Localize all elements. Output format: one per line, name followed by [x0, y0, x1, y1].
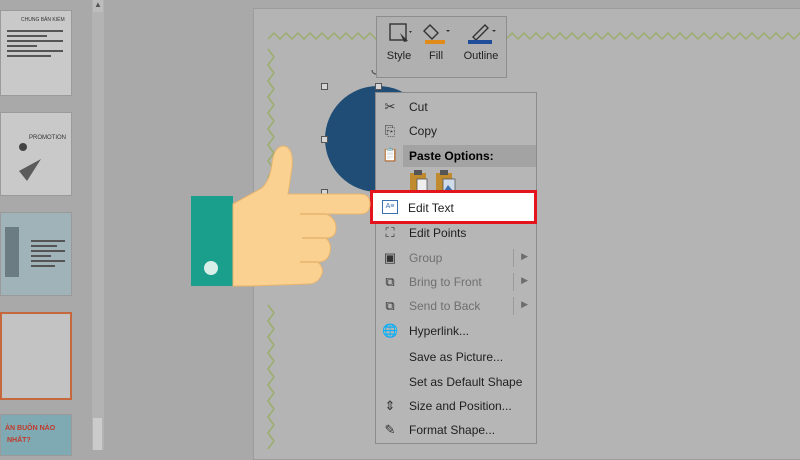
menu-item-label: Hyperlink...	[409, 324, 470, 338]
submenu-arrow-icon: ▶	[521, 299, 528, 309]
menu-item-cut[interactable]: ✂ Cut	[376, 95, 536, 119]
submenu-arrow-icon: ▶	[521, 251, 528, 261]
size-position-icon: ⇕	[384, 398, 396, 413]
edit-text-icon: A≡	[382, 200, 398, 214]
menu-item-send-to-back[interactable]: ⧉ Send to Back ▶	[376, 294, 536, 318]
slide-thumbnail-1[interactable]: CHUNG BẢN KIỂM	[0, 10, 72, 96]
menu-item-save-as-picture[interactable]: Save as Picture...	[376, 345, 536, 369]
send-back-icon: ⧉	[385, 298, 395, 313]
style-button[interactable]: Style	[383, 21, 415, 62]
menu-item-edit-text[interactable]: A≡ Edit Text	[370, 190, 537, 224]
menu-item-set-default-shape[interactable]: Set as Default Shape	[376, 370, 536, 394]
paste-icon: 📋	[382, 147, 399, 162]
menu-item-bring-to-front[interactable]: ⧉ Bring to Front ▶	[376, 270, 536, 294]
paste-options-header: Paste Options:	[403, 145, 536, 167]
submenu-separator	[513, 249, 514, 267]
outline-label: Outline	[463, 50, 499, 62]
menu-item-label: Format Shape...	[409, 423, 496, 437]
mini-toolbar: Style Fill Outline	[376, 16, 507, 78]
menu-item-label: Copy	[409, 124, 438, 138]
thumbnail-subtitle: NHẤT?	[7, 437, 31, 444]
menu-item-format-shape[interactable]: ✎ Format Shape...	[376, 418, 536, 442]
resize-handle[interactable]	[321, 83, 328, 90]
menu-item-label: Bring to Front	[409, 275, 482, 289]
shape-style-icon	[389, 23, 412, 42]
submenu-separator	[513, 273, 514, 291]
fill-bucket-icon	[423, 24, 450, 44]
pointing-hand-icon	[191, 145, 371, 287]
menu-item-copy[interactable]: ⎘ Copy	[376, 119, 536, 143]
thumbnail-title: ẢN BUÔN NÀO	[5, 425, 56, 432]
slide-thumbnail-4-selected[interactable]	[0, 312, 72, 400]
outline-pen-icon	[468, 24, 496, 44]
group-icon: ▣	[383, 250, 397, 265]
bring-front-icon: ⧉	[385, 274, 395, 289]
hyperlink-icon: 🌐	[382, 323, 399, 338]
submenu-separator	[513, 297, 514, 315]
format-shape-icon: ✎	[384, 422, 396, 437]
thumbnail-title: CHUNG BẢN KIỂM	[21, 17, 65, 23]
menu-item-label: Send to Back	[409, 299, 481, 313]
thumbnail-table	[7, 27, 63, 60]
slide-thumbnail-2[interactable]: PROMOTION	[0, 112, 72, 196]
fill-button[interactable]: Fill	[421, 21, 451, 62]
menu-item-size-and-position[interactable]: ⇕ Size and Position...	[376, 394, 536, 418]
menu-item-label: Set as Default Shape	[409, 375, 523, 389]
slide-thumbnail-pane: CHUNG BẢN KIỂM PROMOTION ẢN BUÔN NÀO NHẤ…	[0, 0, 106, 456]
context-menu: ✂ Cut ⎘ Copy 📋 Paste Options: ⛶ Edit Poi…	[375, 92, 537, 444]
menu-item-edit-points[interactable]: ⛶ Edit Points	[376, 221, 536, 245]
resize-handle[interactable]	[375, 83, 382, 90]
menu-item-hyperlink[interactable]: 🌐 Hyperlink...	[376, 319, 536, 343]
copy-icon: ⎘	[384, 123, 396, 138]
menu-item-label: Save as Picture...	[409, 350, 504, 364]
thumbnail-text	[31, 237, 65, 270]
menu-item-label: Cut	[409, 100, 428, 114]
thumbnail-scrollbar[interactable]: ▲	[92, 0, 104, 450]
scissors-icon: ✂	[384, 99, 396, 114]
menu-item-label: Edit Points	[409, 226, 467, 240]
edit-points-icon: ⛶	[385, 225, 395, 240]
style-label: Style	[386, 50, 412, 62]
paper-plane-icon	[19, 143, 41, 181]
slide-thumbnail-3[interactable]	[0, 212, 72, 296]
fill-label: Fill	[428, 50, 444, 62]
menu-item-label: Group	[409, 251, 443, 265]
thumbnail-image	[5, 227, 19, 277]
outline-button[interactable]: Outline	[459, 21, 503, 62]
menu-item-label: Edit Text	[408, 201, 454, 215]
scrollbar-thumb[interactable]	[93, 418, 102, 450]
menu-item-group[interactable]: ▣ Group ▶	[376, 246, 536, 270]
submenu-arrow-icon: ▶	[521, 275, 528, 285]
menu-item-label: Size and Position...	[409, 399, 512, 413]
paste-options-label: Paste Options:	[409, 149, 494, 163]
scroll-up-icon[interactable]: ▲	[93, 0, 103, 12]
